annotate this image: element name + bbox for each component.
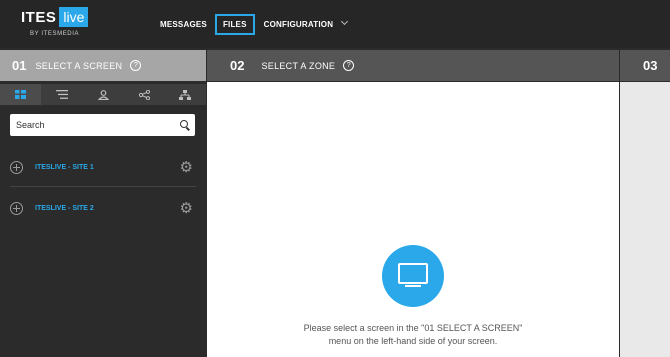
nav-configuration-label: CONFIGURATION <box>263 19 334 29</box>
logo-byline: BY ITESMEDIA <box>30 31 80 37</box>
zone-panel: Please select a screen in the "01 SELECT… <box>207 82 619 357</box>
gear-icon[interactable]: ⚙ <box>180 201 193 216</box>
user-icon[interactable] <box>82 84 123 105</box>
list-filter-icon[interactable] <box>41 84 82 105</box>
logo[interactable]: ITES live BY ITESMEDIA <box>21 7 89 37</box>
nav-messages[interactable]: MESSAGES <box>160 20 207 29</box>
screen-icon <box>382 245 444 307</box>
site-label[interactable]: ITESLIVE - SITE 2 <box>35 205 180 212</box>
nav-files[interactable]: FILES <box>214 13 255 35</box>
column-02-title: SELECT A ZONE <box>261 60 336 71</box>
chevron-down-icon <box>341 17 349 25</box>
empty-state-hint: Please select a screen in the "01 SELECT… <box>277 322 549 348</box>
help-icon[interactable]: ? <box>343 60 355 71</box>
divider <box>10 186 196 187</box>
hierarchy-icon[interactable] <box>165 84 206 105</box>
grid-icon[interactable] <box>0 84 42 105</box>
column-02-number: 02 <box>230 58 245 73</box>
expand-plus-icon[interactable] <box>10 201 23 215</box>
column-03-header: 03 <box>620 50 670 81</box>
top-bar: ITES live BY ITESMEDIA MESSAGES FILES CO… <box>0 0 670 48</box>
column-01-header: 01 SELECT A SCREEN ? <box>0 50 206 81</box>
main-nav: MESSAGES FILES CONFIGURATION <box>160 0 359 48</box>
search-box <box>10 114 195 136</box>
hint-line: Please select a screen in the "01 SELECT… <box>303 323 523 333</box>
monitor-shape <box>398 263 428 284</box>
site-label[interactable]: ITESLIVE - SITE 1 <box>35 164 180 171</box>
search-input[interactable] <box>10 114 166 136</box>
logo-text: ITES <box>21 9 57 26</box>
column-01-number: 01 <box>12 58 27 73</box>
column-03-number: 03 <box>643 58 658 73</box>
monitor-stand <box>405 285 421 287</box>
help-icon[interactable]: ? <box>130 60 142 71</box>
expand-plus-icon[interactable] <box>10 160 23 174</box>
column-03-panel <box>620 82 670 357</box>
share-icon[interactable] <box>124 84 165 105</box>
column-01-title: SELECT A SCREEN <box>35 60 123 71</box>
site-row: ITESLIVE - SITE 2 ⚙ <box>0 196 206 220</box>
search-icon[interactable] <box>180 120 188 128</box>
gear-icon[interactable]: ⚙ <box>180 160 193 175</box>
column-02-header: 02 SELECT A ZONE ? <box>207 50 619 81</box>
nav-configuration[interactable]: CONFIGURATION <box>263 17 349 29</box>
screen-view-tabs <box>0 84 206 105</box>
logo-badge: live <box>59 7 89 27</box>
hint-line: menu on the left-hand side of your scree… <box>328 336 498 346</box>
site-row: ITESLIVE - SITE 1 ⚙ <box>0 155 206 179</box>
